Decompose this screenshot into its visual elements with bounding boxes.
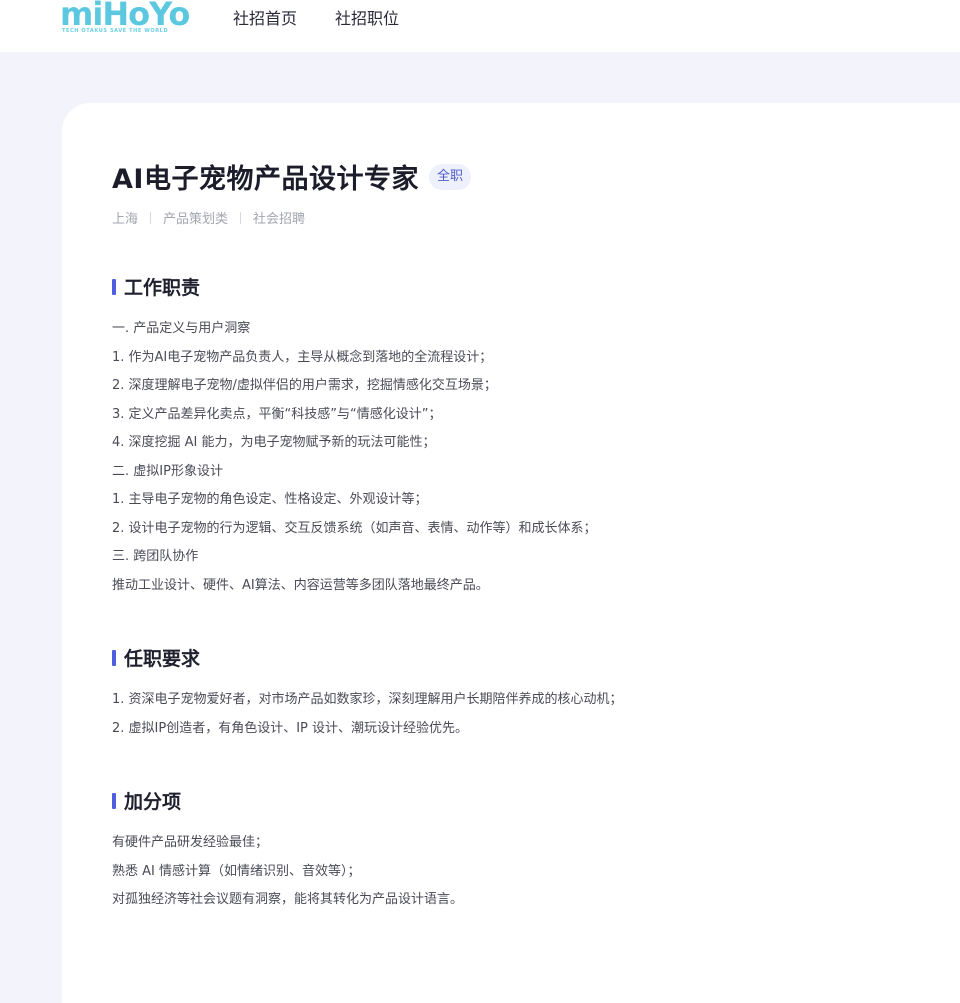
list-item: 2. 深度理解电子宠物/虚拟伴侣的用户需求，挖掘情感化交互场景； bbox=[112, 378, 497, 393]
meta-divider bbox=[240, 211, 242, 224]
list-item: 三. 跨团队协作 bbox=[112, 549, 199, 564]
job-title: AI电子宠物产品设计专家 bbox=[112, 164, 419, 195]
section-title: 加分项 bbox=[124, 791, 182, 813]
responsibilities-list: 一. 产品定义与用户洞察 1. 作为AI电子宠物产品负责人，主导从概念到落地的全… bbox=[112, 315, 597, 600]
nav-item-home[interactable]: 社招首页 bbox=[233, 5, 297, 29]
section-header-responsibilities: 工作职责 bbox=[112, 273, 200, 300]
section-header-bonus: 加分项 bbox=[112, 787, 181, 814]
section-title: 任职要求 bbox=[124, 648, 201, 670]
job-title-row: AI电子宠物产品设计专家 全职 bbox=[112, 157, 471, 196]
job-recruit-type: 社会招聘 bbox=[253, 212, 306, 227]
job-category: 产品策划类 bbox=[163, 212, 229, 227]
list-item: 1. 作为AI电子宠物产品负责人，主导从概念到落地的全流程设计； bbox=[112, 349, 493, 365]
list-item: 二. 虚拟IP形象设计 bbox=[112, 463, 223, 479]
section-header-requirements: 任职要求 bbox=[112, 644, 200, 671]
list-item: 熟悉 AI 情感计算（如情绪识别、音效等）； bbox=[112, 863, 361, 879]
section-accent-bar bbox=[112, 792, 116, 809]
meta-divider bbox=[150, 211, 152, 224]
list-item: 有硬件产品研发经验最佳； bbox=[112, 835, 269, 850]
list-item: 对孤独经济等社会议题有洞察，能将其转化为产品设计语言。 bbox=[112, 892, 464, 907]
nav-item-positions[interactable]: 社招职位 bbox=[335, 5, 399, 29]
section-title: 工作职责 bbox=[124, 277, 201, 299]
list-item: 1. 主导电子宠物的角色设定、性格设定、外观设计等； bbox=[112, 492, 428, 507]
list-item: 一. 产品定义与用户洞察 bbox=[112, 321, 251, 336]
job-location: 上海 bbox=[112, 212, 139, 227]
section-accent-bar bbox=[112, 278, 116, 295]
bonus-list: 有硬件产品研发经验最佳； 熟悉 AI 情感计算（如情绪识别、音效等）； 对孤独经… bbox=[112, 829, 463, 915]
list-item: 4. 深度挖掘 AI 能力，为电子宠物赋予新的玩法可能性； bbox=[112, 435, 436, 450]
logo-tagline: TECH OTAKUS SAVE THE WORLD bbox=[62, 28, 169, 34]
section-accent-bar bbox=[112, 649, 116, 666]
list-item: 推动工业设计、硬件、AI算法、内容运营等多团队落地最终产品。 bbox=[112, 577, 489, 593]
top-navigation-bar: miHoYo TECH OTAKUS SAVE THE WORLD 社招首页 社… bbox=[0, 0, 960, 52]
list-item: 2. 设计电子宠物的行为逻辑、交互反馈系统（如声音、表情、动作等）和成长体系； bbox=[112, 520, 597, 536]
job-type-badge: 全职 bbox=[428, 163, 471, 190]
mihoyo-logo[interactable]: miHoYo TECH OTAKUS SAVE THE WORLD bbox=[60, 0, 190, 40]
list-item: 2. 虚拟IP创造者，有角色设计、IP 设计、潮玩设计经验优先。 bbox=[112, 720, 469, 736]
list-item: 3. 定义产品差异化卖点，平衡“科技感”与“情感化设计”； bbox=[112, 406, 442, 422]
job-detail-card: AI电子宠物产品设计专家 全职 上海 产品策划类 社会招聘 工作职责 一. 产品… bbox=[62, 103, 960, 1003]
list-item: 1. 资深电子宠物爱好者，对市场产品如数家珍，深刻理解用户长期陪伴养成的核心动机… bbox=[112, 692, 623, 707]
requirements-list: 1. 资深电子宠物爱好者，对市场产品如数家珍，深刻理解用户长期陪伴养成的核心动机… bbox=[112, 686, 623, 743]
main-nav: 社招首页 社招职位 bbox=[233, 0, 399, 34]
job-meta: 上海 产品策划类 社会招聘 bbox=[112, 208, 305, 227]
